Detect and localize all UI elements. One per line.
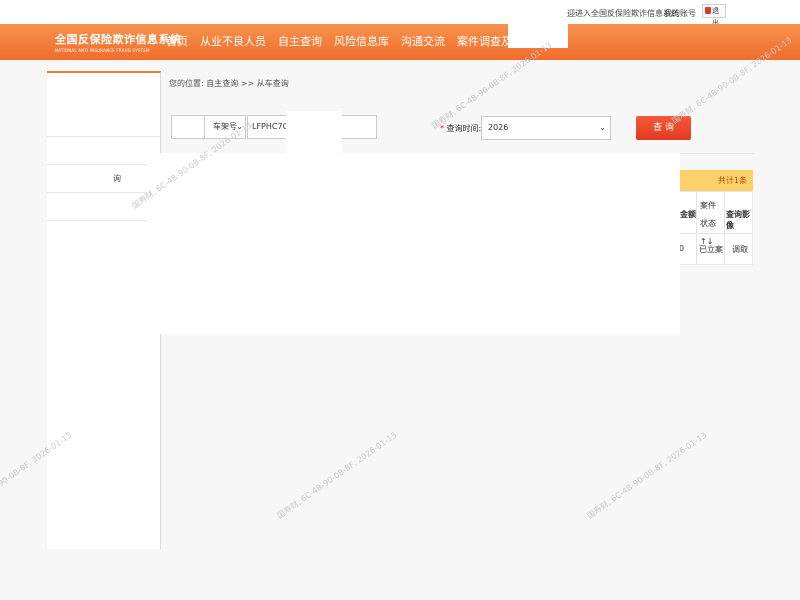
content-redaction-block [147,153,680,334]
logout-button[interactable]: 退出 [702,4,726,27]
logout-icon [705,7,711,14]
search-prefix-box[interactable] [171,115,205,139]
watermark: 国寿财, 6C-4B-90-0B-8F, 2026-01-13 [275,430,399,521]
sidebar-item[interactable]: 询 [47,165,160,193]
column-header-status[interactable]: 案件状态↑↓ [700,197,722,251]
watermark: 国寿财, 6C-4B-90-0B-8F, 2026-01-13 [585,430,709,521]
nav-item-communication[interactable]: 沟通交流 [395,24,451,60]
year-select-value: 2026 [488,123,509,132]
nav-item-risk-database[interactable]: 风险信息库 [328,24,395,60]
nav-item-self-query[interactable]: 自主查询 [272,24,328,60]
nav-item-bad-practitioners[interactable]: 从业不良人员 [194,24,272,60]
sidebar-item[interactable] [47,109,160,137]
breadcrumb: 您的位置: 自主查询 >> 从车查询 [169,79,289,88]
main-navbar: 全国反保险欺诈信息系统 NATIONAL ANTI INSURANCE FRAU… [0,24,800,60]
column-header-amount: 金额 [680,210,696,219]
header-separator: | [658,8,661,17]
query-time-text: 查询时间: [446,124,482,133]
table-divider [724,192,725,264]
table-divider [696,192,697,264]
welcome-text: 迎进入全国反保险欺诈信息系统 [567,9,679,18]
image-fetch-link[interactable]: 调取 [732,244,748,255]
my-account-link[interactable]: 我的账号 [664,8,696,19]
query-time-label: * 查询时间: [440,123,481,134]
year-select[interactable]: 2026 ⌄ [481,116,611,140]
sidebar-item[interactable] [47,137,160,165]
sidebar: 询 [47,71,161,549]
column-header-image: 查询影像 [726,210,750,230]
result-count: 共计1条 [717,176,747,185]
nav-item-home[interactable]: 首页 [160,24,194,60]
nav-redaction-block [508,24,568,48]
cell-status: 已立案 [699,245,723,254]
vin-redaction-block [286,111,342,155]
top-utility-bar: 迎进入全国反保险欺诈信息系统 | 我的账号 退出 [0,0,800,27]
chevron-down-icon: ⌄ [599,123,606,132]
nav-menu: 首页 从业不良人员 自主查询 风险信息库 沟通交流 案件调查及追偿 [160,24,540,60]
